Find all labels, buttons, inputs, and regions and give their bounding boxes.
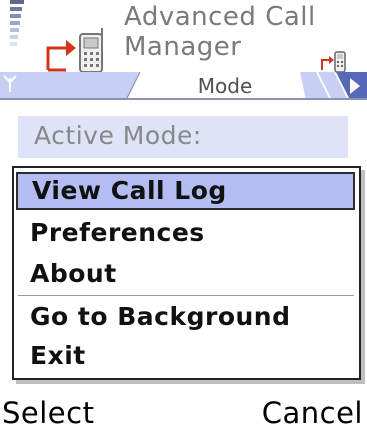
tab-mode[interactable]: Mode — [150, 74, 300, 98]
softkey-cancel[interactable]: Cancel — [262, 394, 363, 432]
menu-item-view-call-log[interactable]: View Call Log — [16, 172, 355, 210]
softkey-select[interactable]: Select — [2, 394, 94, 432]
signal-strength-icon — [10, 0, 26, 80]
small-phone-icon — [321, 51, 346, 73]
tab-scroll-right-icon[interactable] — [348, 76, 362, 96]
active-mode-label: Active Mode: — [34, 121, 202, 150]
menu-item-preferences[interactable]: Preferences — [16, 214, 355, 252]
menu-item-go-to-background[interactable]: Go to Background — [16, 298, 355, 336]
call-forward-phone-icon — [46, 28, 103, 73]
menu-separator — [18, 295, 354, 296]
menu-item-exit[interactable]: Exit — [16, 337, 355, 375]
app-title-line1: Advanced Call — [124, 2, 316, 32]
phone-screen: Advanced Call Manager Mode Active Mode: … — [0, 0, 367, 432]
menu-item-about[interactable]: About — [16, 255, 355, 293]
antenna-icon — [3, 75, 17, 92]
